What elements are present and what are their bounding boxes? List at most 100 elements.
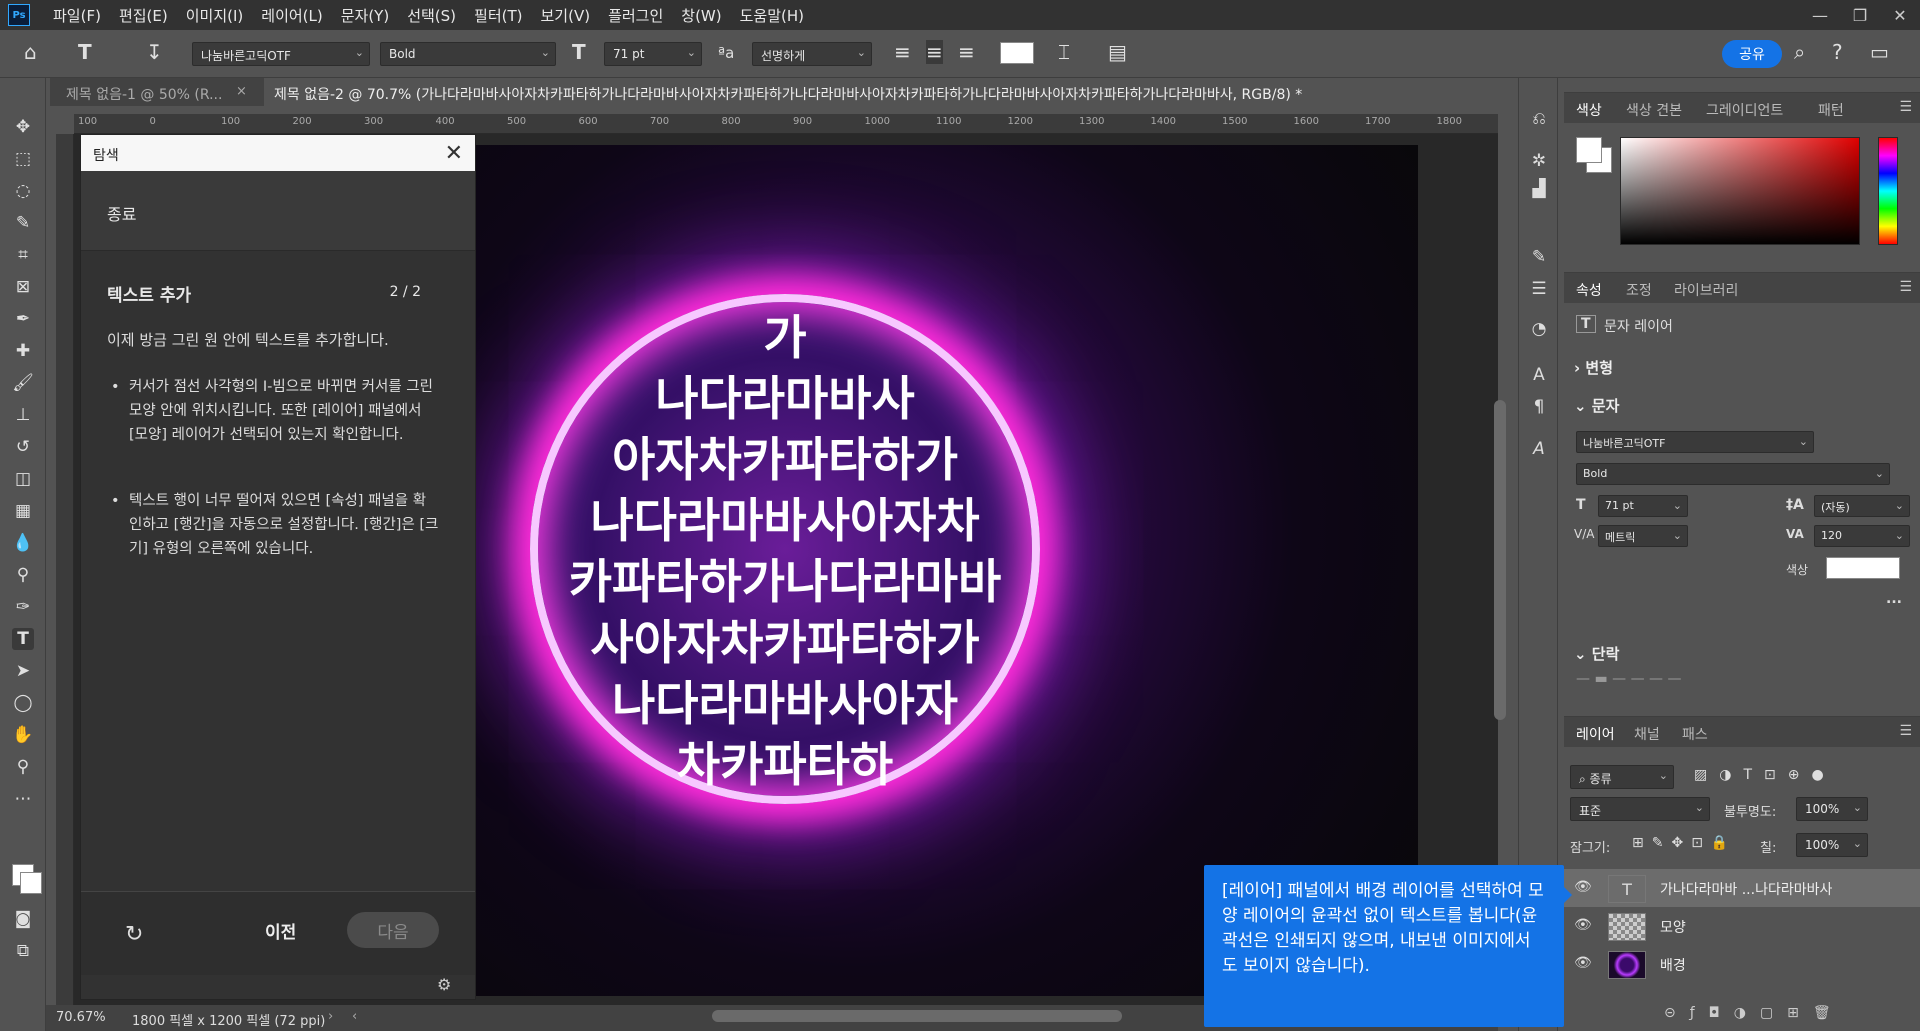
font-style-select[interactable]: Bold ⌄ (380, 42, 556, 66)
menu-image[interactable]: 이미지(I) (177, 5, 253, 26)
circle-text-layer[interactable]: 가 나다라마바사 아자차카파타하가 나다라마바사아자차 카파타하가나다라마바 사… (520, 308, 1050, 796)
menu-type[interactable]: 문자(Y) (332, 5, 398, 26)
align-right-icon[interactable]: ≡ (958, 40, 975, 64)
more-tools-icon[interactable]: ⋯ (12, 788, 34, 810)
menu-file[interactable]: 파일(F) (44, 5, 110, 26)
share-button[interactable]: 공유 (1722, 40, 1782, 68)
menu-plugins[interactable]: 플러그인 (599, 5, 672, 26)
menu-view[interactable]: 보기(V) (532, 5, 600, 26)
opacity-input[interactable]: 100% ⌄ (1796, 797, 1868, 821)
quick-select-tool-icon[interactable]: ✎ (12, 212, 34, 234)
styles-icon[interactable]: ◔ (1528, 318, 1550, 340)
tracking-select[interactable]: 120 ⌄ (1814, 525, 1910, 547)
font-family-select[interactable]: 나눔바른고딕OTF ⌄ (192, 42, 370, 66)
character-icon[interactable]: A (1528, 364, 1550, 386)
character-panel-icon[interactable]: ▤ (1108, 40, 1127, 64)
type-tool-preset-icon[interactable]: T (78, 40, 92, 64)
pen-tool-icon[interactable]: ✑ (12, 596, 34, 618)
minimize-icon[interactable]: — (1800, 0, 1840, 30)
navigator-icon[interactable]: ✲ (1528, 150, 1550, 172)
menu-edit[interactable]: 편집(E) (110, 5, 177, 26)
stamp-tool-icon[interactable]: ⊥ (12, 404, 34, 426)
frame-tool-icon[interactable]: ⊠ (12, 276, 34, 298)
align-left-icon[interactable]: ≡ (894, 40, 911, 64)
search-icon[interactable]: ⌕ (1794, 40, 1805, 64)
previous-button[interactable]: 이전 (265, 918, 296, 943)
prop-font-style-select[interactable]: Bold ⌄ (1576, 463, 1890, 485)
screen-mode-icon[interactable]: ⧉ (12, 940, 34, 962)
quick-mask-icon[interactable]: ◙ (12, 908, 34, 930)
tab-properties[interactable]: 속성 (1576, 280, 1602, 300)
vertical-scrollbar[interactable] (1494, 400, 1506, 720)
text-color-swatch[interactable] (1826, 557, 1900, 579)
gear-icon[interactable]: ⚙ (437, 975, 451, 994)
end-tutorial-button[interactable]: 종료 (81, 171, 475, 251)
paragraph-icon[interactable]: ¶ (1528, 396, 1550, 418)
menu-help[interactable]: 도움말(H) (731, 5, 813, 26)
tab-channels[interactable]: 채널 (1634, 724, 1660, 744)
text-orientation-icon[interactable]: ↧ (146, 40, 163, 64)
leading-select[interactable]: (자동) ⌄ (1814, 495, 1910, 517)
eraser-tool-icon[interactable]: ◫ (12, 468, 34, 490)
gradient-tool-icon[interactable]: ▦ (12, 500, 34, 522)
chevron-right-icon[interactable]: › (328, 1009, 333, 1024)
paragraph-align-icons[interactable]: — ▬ — — — — (1576, 671, 1681, 687)
brush-tool-icon[interactable]: 🖌 (12, 372, 34, 394)
glyphs-icon[interactable]: A (1528, 438, 1550, 460)
histogram-icon[interactable]: ▟ (1528, 178, 1550, 200)
paragraph-section[interactable]: ⌄ 단락 (1574, 643, 1619, 664)
color-picker-field[interactable] (1620, 137, 1860, 245)
layer-filter-select[interactable]: ⌕ 종류 ⌄ (1570, 765, 1674, 789)
hue-slider[interactable] (1878, 137, 1898, 245)
kerning-select[interactable]: 메트릭 ⌄ (1598, 525, 1688, 547)
fill-input[interactable]: 100% ⌄ (1796, 833, 1868, 857)
history-brush-icon[interactable]: ↺ (12, 436, 34, 458)
foreground-swatch[interactable] (1576, 137, 1602, 163)
warp-text-icon[interactable]: ⌶ (1058, 40, 1070, 64)
zoom-tool-icon[interactable]: ⚲ (12, 756, 34, 778)
tab-gradients[interactable]: 그레이디언트 (1706, 100, 1783, 120)
close-tab-icon[interactable]: × (236, 84, 247, 99)
path-select-icon[interactable]: ➤ (12, 660, 34, 682)
tab-layers[interactable]: 레이어 (1576, 724, 1615, 744)
layer-row-background[interactable]: 👁 배경 (1564, 945, 1920, 983)
dodge-tool-icon[interactable]: ⚲ (12, 564, 34, 586)
layer-row-shape[interactable]: 👁 모양 (1564, 907, 1920, 945)
menu-filter[interactable]: 필터(T) (465, 5, 531, 26)
tab-paths[interactable]: 패스 (1682, 724, 1708, 744)
text-color-swatch[interactable] (1000, 42, 1034, 64)
blend-mode-select[interactable]: 표준 ⌄ (1570, 797, 1710, 821)
eyedropper-tool-icon[interactable]: ✒ (12, 308, 34, 330)
refresh-icon[interactable]: ↻ (125, 922, 143, 947)
menu-icon[interactable]: ☰ (1899, 99, 1912, 115)
chevron-left-icon[interactable]: ‹ (352, 1009, 357, 1024)
adjustments-icon[interactable]: ☰ (1528, 278, 1550, 300)
brush-settings-icon[interactable]: ✎ (1528, 246, 1550, 268)
menu-select[interactable]: 선택(S) (398, 5, 465, 26)
more-options-icon[interactable]: ... (1886, 591, 1902, 607)
menu-icon[interactable]: ☰ (1899, 279, 1912, 295)
move-tool-icon[interactable]: ✥ (12, 116, 34, 138)
character-section[interactable]: ⌄ 문자 (1574, 395, 1619, 416)
crop-tool-icon[interactable]: ⌗ (12, 244, 34, 266)
menu-window[interactable]: 창(W) (672, 5, 730, 26)
zoom-level[interactable]: 70.67% (56, 1010, 106, 1025)
align-center-icon[interactable]: ≡ (926, 40, 943, 64)
layer-row-text[interactable]: 👁 T 가나다라마바 ...나다라마바사 (1564, 869, 1920, 907)
lasso-tool-icon[interactable]: ◌ (12, 180, 34, 202)
antialias-select[interactable]: 선명하게 ⌄ (752, 42, 872, 66)
prop-font-family-select[interactable]: 나눔바른고딕OTF ⌄ (1576, 431, 1814, 453)
blur-tool-icon[interactable]: 💧 (12, 532, 34, 554)
transform-section[interactable]: › 변형 (1574, 357, 1613, 378)
tab-libraries[interactable]: 라이브러리 (1674, 280, 1738, 300)
menu-layer[interactable]: 레이어(L) (252, 5, 331, 26)
tab-document-2[interactable]: 제목 없음-2 @ 70.7% (가나다라마바사아자차카파타하가나다라마바사아자… (264, 78, 1498, 106)
tab-swatches[interactable]: 색상 견본 (1626, 100, 1682, 120)
next-button[interactable]: 다음 (347, 912, 439, 948)
history-icon[interactable]: ⎌ (1528, 108, 1550, 130)
eye-icon[interactable]: 👁 (1574, 879, 1592, 895)
lock-icons[interactable]: ⊞✎✥⊡🔒 (1632, 835, 1736, 851)
help-icon[interactable]: ? (1832, 40, 1843, 64)
layer-filter-icons[interactable]: ▨◑T⊡⊕● (1694, 767, 1836, 783)
close-icon[interactable]: ✕ (445, 141, 463, 166)
